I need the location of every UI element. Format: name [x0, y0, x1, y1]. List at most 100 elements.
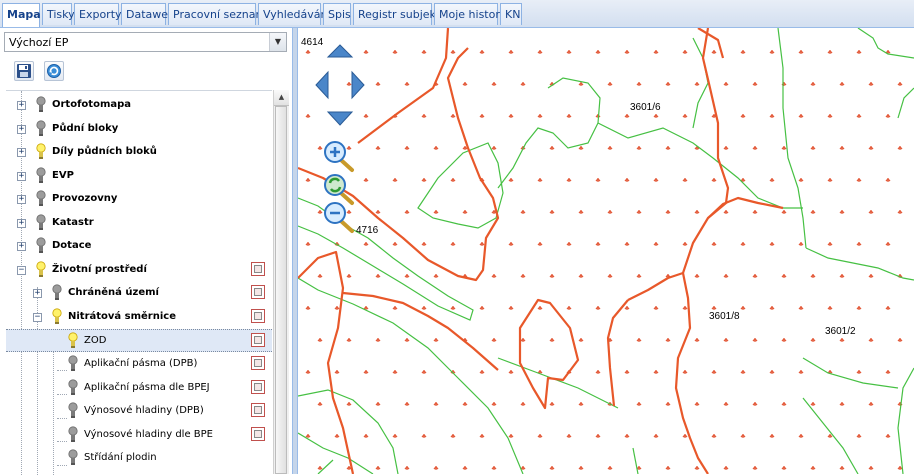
tab-registr-subjektu[interactable]: Registr subjektů: [353, 3, 447, 25]
tab-datawell[interactable]: Datawell: [121, 3, 174, 25]
parcel-marker-icon: [653, 370, 659, 374]
parcel-marker-icon: [897, 146, 903, 150]
parcel-marker-icon: [711, 50, 717, 54]
scroll-up-icon[interactable]: ▲: [274, 90, 289, 106]
expand-icon[interactable]: +: [33, 289, 42, 298]
lightbulb-off-icon[interactable]: [36, 237, 46, 254]
tree-node-pudni-bloky[interactable]: + Půdní bloky: [6, 118, 272, 141]
refresh-button[interactable]: [44, 61, 64, 81]
tree-node-zod[interactable]: ZOD: [6, 329, 272, 352]
tab-kn[interactable]: KN: [500, 3, 522, 25]
tree-node-evp[interactable]: + EVP: [6, 165, 272, 188]
legend-icon[interactable]: [251, 285, 265, 299]
expand-icon[interactable]: +: [17, 219, 26, 228]
map-canvas[interactable]: [298, 28, 914, 474]
pan-right-icon[interactable]: [351, 70, 365, 100]
lightbulb-off-icon[interactable]: [36, 167, 46, 184]
parcel-marker-icon: [549, 274, 555, 278]
tree-node-katastr[interactable]: + Katastr: [6, 212, 272, 235]
legend-icon[interactable]: [251, 356, 265, 370]
tab-moje-historie[interactable]: Moje historie: [434, 3, 510, 25]
tree-node-zivotni-prostredi[interactable]: − Životní prostředí: [6, 259, 272, 282]
parcel-marker-icon: [868, 210, 874, 214]
lightbulb-off-icon[interactable]: [52, 284, 62, 301]
lightbulb-on-icon[interactable]: [52, 308, 62, 325]
legend-icon[interactable]: [251, 380, 265, 394]
tree-node-vynosove-hladiny-bpe[interactable]: Výnosové hladiny dle BPE: [6, 424, 272, 447]
parcel-marker-icon: [752, 210, 758, 214]
legend-icon[interactable]: [251, 309, 265, 323]
parcel-marker-icon: [508, 50, 514, 54]
tree-node-dotace[interactable]: + Dotace: [6, 235, 272, 258]
parcel-marker-icon: [740, 306, 746, 310]
lightbulb-off-icon[interactable]: [36, 120, 46, 137]
lightbulb-on-icon[interactable]: [36, 261, 46, 278]
save-button[interactable]: [14, 61, 34, 81]
parcel-marker-icon: [566, 306, 572, 310]
expand-icon[interactable]: +: [17, 172, 26, 181]
lightbulb-off-icon[interactable]: [68, 426, 78, 443]
zoom-reset-icon[interactable]: [324, 174, 354, 205]
parcel-marker-icon: [694, 402, 700, 406]
tree-node-provozovny[interactable]: + Provozovny: [6, 188, 272, 211]
tab-vyhledavani[interactable]: Vyhledávání: [258, 3, 331, 25]
profile-select[interactable]: Výchozí EP ▼: [4, 32, 287, 52]
lightbulb-off-icon[interactable]: [68, 355, 78, 372]
parcel-marker-icon: [740, 50, 746, 54]
expand-icon[interactable]: +: [17, 101, 26, 110]
tab-spis[interactable]: Spis: [323, 3, 351, 25]
tree-node-vynosove-hladiny-dpb[interactable]: Výnosové hladiny (DPB): [6, 400, 272, 423]
tab-tisky[interactable]: Tisky: [42, 3, 75, 25]
lightbulb-on-icon[interactable]: [36, 143, 46, 160]
parcel-marker-icon: [740, 434, 746, 438]
zoom-out-icon[interactable]: [324, 202, 354, 233]
tab-exporty[interactable]: Exporty: [74, 3, 122, 25]
tree-node-stridani-plodin[interactable]: Střídání plodin: [6, 447, 272, 470]
tree-node-chranena-uzemi[interactable]: + Chráněná území: [6, 282, 272, 305]
legend-icon[interactable]: [251, 262, 265, 276]
parcel-marker-icon: [317, 466, 323, 470]
expand-icon[interactable]: +: [17, 148, 26, 157]
parcel-marker-icon: [433, 338, 439, 342]
map-label-3601-6: 3601/6: [630, 102, 661, 113]
tree-scrollbar[interactable]: ▲: [273, 90, 289, 474]
pan-left-icon[interactable]: [315, 70, 329, 100]
parcel-marker-icon: [740, 114, 746, 118]
parcel-marker-icon: [363, 434, 369, 438]
parcel-marker-icon: [305, 114, 311, 118]
parcel-marker-icon: [827, 114, 833, 118]
zoom-in-icon[interactable]: [324, 141, 354, 172]
lightbulb-on-icon[interactable]: [68, 332, 78, 349]
tree-node-ortofotomapa[interactable]: + Ortofotomapa: [6, 94, 272, 117]
lightbulb-off-icon[interactable]: [68, 402, 78, 419]
lightbulb-off-icon[interactable]: [36, 96, 46, 113]
lightbulb-off-icon[interactable]: [68, 379, 78, 396]
map-view[interactable]: 4614 4716 3601/6 3601/8 3601/2: [298, 28, 914, 474]
pan-up-icon[interactable]: [326, 44, 354, 58]
tab-mapa[interactable]: Mapa: [2, 3, 41, 27]
lightbulb-off-icon[interactable]: [68, 449, 78, 466]
tree-node-nitratova-smernice[interactable]: − Nitrátová směrnice: [6, 306, 272, 329]
parcel-marker-icon: [305, 242, 311, 246]
lightbulb-off-icon[interactable]: [36, 190, 46, 207]
parcel-marker-icon: [653, 434, 659, 438]
parcel-marker-icon: [769, 434, 775, 438]
collapse-icon[interactable]: −: [17, 266, 26, 275]
expand-icon[interactable]: +: [17, 125, 26, 134]
expand-icon[interactable]: +: [17, 195, 26, 204]
legend-icon[interactable]: [251, 333, 265, 347]
chevron-down-icon[interactable]: ▼: [269, 33, 286, 51]
tab-pracovni-seznamy[interactable]: Pracovní seznamy: [168, 3, 273, 25]
lightbulb-off-icon[interactable]: [36, 214, 46, 231]
scrollbar-thumb[interactable]: [275, 106, 287, 474]
collapse-icon[interactable]: −: [33, 313, 42, 322]
tree-node-dily-pudnich-bloku[interactable]: + Díly půdních bloků: [6, 141, 272, 164]
pan-down-icon[interactable]: [326, 111, 354, 126]
legend-icon[interactable]: [251, 427, 265, 441]
tree-node-label: Provozovny: [52, 193, 118, 204]
legend-icon[interactable]: [251, 403, 265, 417]
expand-icon[interactable]: +: [17, 242, 26, 251]
tree-node-aplikacni-pasma-bpej[interactable]: Aplikační pásma dle BPEJ: [6, 377, 272, 400]
tree-node-aplikacni-pasma-dpb[interactable]: Aplikační pásma (DPB): [6, 353, 272, 376]
parcel-marker-icon: [607, 210, 613, 214]
